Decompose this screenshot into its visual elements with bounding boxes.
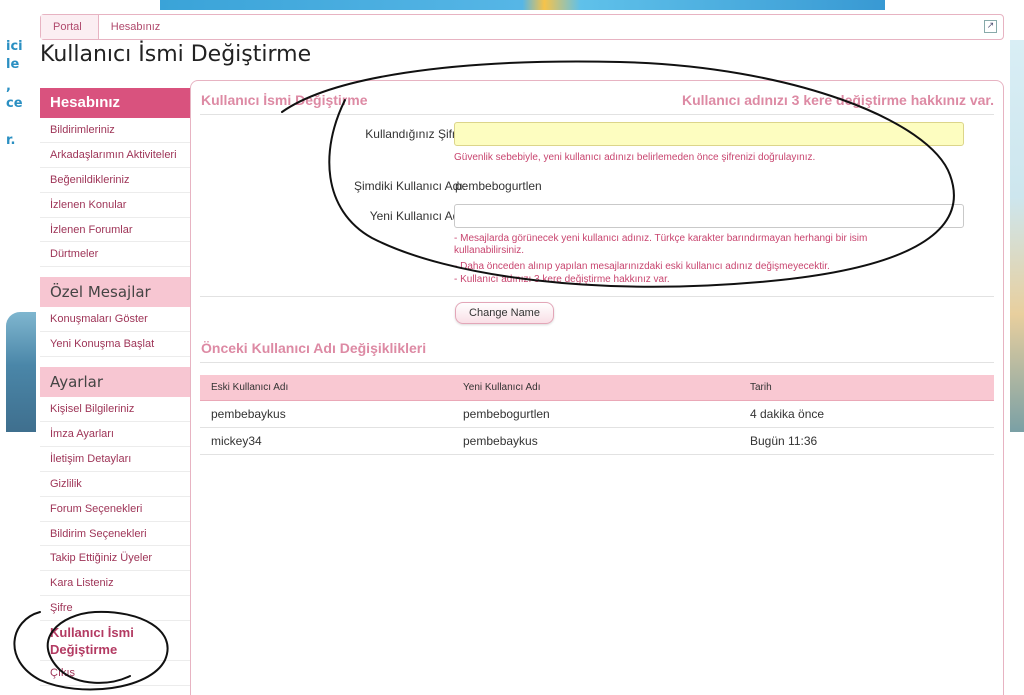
new-username-hint-2: - Daha önceden alınıp yapılan mesajların…: [454, 261, 830, 272]
column-header-new: Yeni Kullanıcı Adı: [463, 382, 541, 393]
sidebar-header-ayarlar[interactable]: Ayarlar: [40, 367, 190, 398]
sidebar-item-durtmeler[interactable]: Dürtmeler: [40, 242, 190, 268]
left-strip-text: ,: [6, 79, 11, 94]
table-row: pembebaykus pembebogurtlen 4 dakika önce: [200, 401, 994, 428]
left-strip-text: r.: [6, 133, 16, 148]
sidebar-item-forum-secenekleri[interactable]: Forum Seçenekleri: [40, 497, 190, 522]
current-username-value: pembebogurtlen: [455, 179, 542, 193]
sidebar-item-iletisim[interactable]: İletişim Detayları: [40, 447, 190, 472]
top-banner-ad[interactable]: [160, 0, 885, 10]
sidebar-item-izlenen-forumlar[interactable]: İzlenen Forumlar: [40, 218, 190, 243]
sidebar-header-hesabiniz[interactable]: Hesabınız: [40, 88, 190, 118]
sidebar-item-begenilenler[interactable]: Beğenildikleriniz: [40, 168, 190, 193]
column-header-old: Eski Kullanıcı Adı: [211, 382, 289, 393]
change-name-button[interactable]: Change Name: [455, 302, 554, 324]
sidebar-header-ozel-mesajlar[interactable]: Özel Mesajlar: [40, 277, 190, 308]
sidebar-item-aktiviteler[interactable]: Arkadaşlarımın Aktiviteleri: [40, 143, 190, 168]
history-title: Önceki Kullanıcı Adı Değişiklikleri: [201, 340, 427, 356]
sidebar-item-kara-liste[interactable]: Kara Listeniz: [40, 571, 190, 597]
column-header-date: Tarih: [750, 382, 772, 393]
page-title: Kullanıcı İsmi Değiştirme: [40, 42, 312, 67]
sidebar-item-sifre[interactable]: Şifre: [40, 596, 190, 622]
cell-date: Bugün 11:36: [750, 434, 818, 448]
password-input[interactable]: [454, 122, 964, 146]
left-strip-text: ce: [6, 96, 23, 111]
form-note: Kullanıcı adınızı 3 kere değiştirme hakk…: [681, 92, 994, 108]
background-figure: [6, 312, 36, 432]
divider: [200, 114, 994, 115]
new-username-label: Yeni Kullanıcı Adı:: [369, 209, 466, 223]
sidebar-item-bildirim-secenekleri[interactable]: Bildirim Seçenekleri: [40, 522, 190, 547]
divider: [200, 296, 994, 297]
sidebar-item-cikis[interactable]: Çıkış: [40, 661, 190, 687]
cell-new-username: pembebaykus: [463, 434, 538, 448]
breadcrumb-hesabiniz[interactable]: Hesabınız: [99, 15, 173, 39]
breadcrumb: Portal Hesabınız ↗: [40, 14, 1004, 40]
left-strip-text: le: [6, 57, 20, 72]
sidebar-item-gizlilik[interactable]: Gizlilik: [40, 472, 190, 497]
new-username-hint-1: - Mesajlarda görünecek yeni kullanıcı ad…: [454, 233, 868, 256]
sidebar-item-yeni-konusma[interactable]: Yeni Konuşma Başlat: [40, 332, 190, 358]
expand-icon[interactable]: ↗: [984, 20, 997, 33]
cell-old-username: mickey34: [211, 434, 262, 448]
password-hint: Güvenlik sebebiyle, yeni kullanıcı adını…: [454, 152, 816, 163]
sidebar-item-imza[interactable]: İmza Ayarları: [40, 422, 190, 447]
table-header: Eski Kullanıcı Adı Yeni Kullanıcı Adı Ta…: [200, 375, 994, 401]
divider: [200, 362, 994, 363]
new-username-hint-3: - Kullanıcı adınızı 3 kere değiştirme ha…: [454, 274, 670, 285]
right-background-strip: [1010, 40, 1024, 432]
breadcrumb-portal[interactable]: Portal: [41, 15, 99, 39]
new-username-input[interactable]: [454, 204, 964, 228]
sidebar-item-izlenen-konular[interactable]: İzlenen Konular: [40, 193, 190, 218]
left-strip-text: ici: [6, 39, 23, 54]
password-label: Kullandığınız Şifre:: [365, 127, 466, 141]
form-title: Kullanıcı İsmi Değiştirme: [201, 92, 368, 108]
sidebar-item-konusmalar[interactable]: Konuşmaları Göster: [40, 307, 190, 333]
table-row: mickey34 pembebaykus Bugün 11:36: [200, 428, 994, 455]
sidebar-item-takip[interactable]: Takip Ettiğiniz Üyeler: [40, 546, 190, 572]
sidebar-item-kullanici-ismi-degistirme[interactable]: Kullanıcı İsmi Değiştirme: [40, 621, 190, 662]
cell-date: 4 dakika önce: [750, 407, 825, 421]
history-table: Eski Kullanıcı Adı Yeni Kullanıcı Adı Ta…: [200, 375, 994, 455]
cell-new-username: pembebogurtlen: [463, 407, 550, 421]
current-username-label: Şimdiki Kullanıcı Adı:: [353, 179, 466, 193]
sidebar-item-kisisel[interactable]: Kişisel Bilgileriniz: [40, 397, 190, 423]
cell-old-username: pembebaykus: [211, 407, 286, 421]
sidebar-item-bildirimler[interactable]: Bildirimleriniz: [40, 118, 190, 143]
sidebar: Hesabınız Bildirimleriniz Arkadaşlarımın…: [40, 88, 190, 687]
